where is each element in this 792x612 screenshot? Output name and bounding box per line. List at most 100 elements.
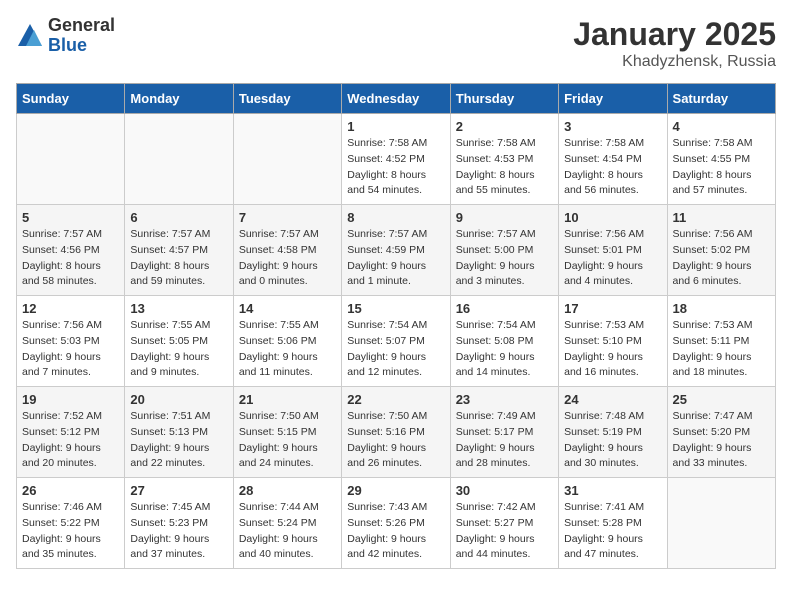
calendar-cell: 6 Sunrise: 7:57 AMSunset: 4:57 PMDaylight… xyxy=(125,205,233,296)
logo-general: General xyxy=(48,16,115,36)
day-number: 6 xyxy=(130,210,227,225)
day-info: Sunrise: 7:54 AMSunset: 5:08 PMDaylight:… xyxy=(456,318,553,381)
day-number: 13 xyxy=(130,301,227,316)
weekday-header-row: SundayMondayTuesdayWednesdayThursdayFrid… xyxy=(17,84,776,114)
calendar-cell: 16Sunrise: 7:54 AMSunset: 5:08 PMDayligh… xyxy=(450,296,558,387)
calendar-cell: 3Sunrise: 7:58 AMSunset: 4:54 PMDaylight… xyxy=(559,114,667,205)
day-number: 14 xyxy=(239,301,336,316)
day-info: Sunrise: 7:58 AMSunset: 4:53 PMDaylight:… xyxy=(456,136,553,199)
calendar-cell: 8Sunrise: 7:57 AMSunset: 4:59 PMDaylight… xyxy=(342,205,450,296)
calendar-cell xyxy=(17,114,125,205)
day-number: 18 xyxy=(673,301,770,316)
day-info: Sunrise: 7:50 AMSunset: 5:16 PMDaylight:… xyxy=(347,409,444,472)
day-number: 17 xyxy=(564,301,661,316)
day-number: 5 xyxy=(22,210,119,225)
day-info: Sunrise: 7:53 AMSunset: 5:11 PMDaylight:… xyxy=(673,318,770,381)
calendar-cell: 2 Sunrise: 7:58 AMSunset: 4:53 PMDaylight… xyxy=(450,114,558,205)
day-info: Sunrise: 7:57 AMSunset: 4:58 PMDaylight:… xyxy=(239,227,336,290)
day-number: 26 xyxy=(22,483,119,498)
calendar-cell: 20 Sunrise: 7:51 AMSunset: 5:13 PMDayligh… xyxy=(125,387,233,478)
weekday-header: Tuesday xyxy=(233,84,341,114)
month-title: January 2025 xyxy=(573,16,776,53)
day-number: 29 xyxy=(347,483,444,498)
day-number: 24 xyxy=(564,392,661,407)
calendar-cell: 22 Sunrise: 7:50 AMSunset: 5:16 PMDayligh… xyxy=(342,387,450,478)
day-number: 1 xyxy=(347,119,444,134)
calendar-cell: 23Sunrise: 7:49 AMSunset: 5:17 PMDayligh… xyxy=(450,387,558,478)
calendar-cell: 15 Sunrise: 7:54 AMSunset: 5:07 PMDayligh… xyxy=(342,296,450,387)
logo: General Blue xyxy=(16,16,115,56)
day-number: 22 xyxy=(347,392,444,407)
weekday-header: Friday xyxy=(559,84,667,114)
day-info: Sunrise: 7:45 AMSunset: 5:23 PMDaylight:… xyxy=(130,500,227,563)
day-number: 25 xyxy=(673,392,770,407)
day-number: 2 xyxy=(456,119,553,134)
logo-blue: Blue xyxy=(48,36,115,56)
day-info: Sunrise: 7:46 AMSunset: 5:22 PMDaylight:… xyxy=(22,500,119,563)
calendar-cell: 21 Sunrise: 7:50 AMSunset: 5:15 PMDayligh… xyxy=(233,387,341,478)
day-info: Sunrise: 7:57 AMSunset: 5:00 PMDaylight:… xyxy=(456,227,553,290)
calendar-week-row: 26 Sunrise: 7:46 AMSunset: 5:22 PMDayligh… xyxy=(17,478,776,569)
day-number: 15 xyxy=(347,301,444,316)
day-number: 21 xyxy=(239,392,336,407)
calendar-cell: 26 Sunrise: 7:46 AMSunset: 5:22 PMDayligh… xyxy=(17,478,125,569)
weekday-header: Sunday xyxy=(17,84,125,114)
day-number: 30 xyxy=(456,483,553,498)
day-info: Sunrise: 7:51 AMSunset: 5:13 PMDaylight:… xyxy=(130,409,227,472)
logo-text: General Blue xyxy=(48,16,115,56)
day-number: 27 xyxy=(130,483,227,498)
day-number: 7 xyxy=(239,210,336,225)
day-info: Sunrise: 7:57 AMSunset: 4:59 PMDaylight:… xyxy=(347,227,444,290)
day-info: Sunrise: 7:42 AMSunset: 5:27 PMDaylight:… xyxy=(456,500,553,563)
calendar-cell: 5 Sunrise: 7:57 AMSunset: 4:56 PMDaylight… xyxy=(17,205,125,296)
day-info: Sunrise: 7:58 AMSunset: 4:52 PMDaylight:… xyxy=(347,136,444,199)
page-header: General Blue January 2025 Khadyzhensk, R… xyxy=(16,16,776,71)
calendar-week-row: 5 Sunrise: 7:57 AMSunset: 4:56 PMDaylight… xyxy=(17,205,776,296)
day-number: 20 xyxy=(130,392,227,407)
day-number: 11 xyxy=(673,210,770,225)
weekday-header: Wednesday xyxy=(342,84,450,114)
calendar-cell: 25Sunrise: 7:47 AMSunset: 5:20 PMDayligh… xyxy=(667,387,775,478)
day-info: Sunrise: 7:58 AMSunset: 4:54 PMDaylight:… xyxy=(564,136,661,199)
day-number: 28 xyxy=(239,483,336,498)
day-info: Sunrise: 7:50 AMSunset: 5:15 PMDaylight:… xyxy=(239,409,336,472)
day-info: Sunrise: 7:56 AMSunset: 5:01 PMDaylight:… xyxy=(564,227,661,290)
calendar-cell: 27 Sunrise: 7:45 AMSunset: 5:23 PMDayligh… xyxy=(125,478,233,569)
calendar-table: SundayMondayTuesdayWednesdayThursdayFrid… xyxy=(16,83,776,569)
calendar-cell: 24 Sunrise: 7:48 AMSunset: 5:19 PMDayligh… xyxy=(559,387,667,478)
calendar-cell: 10 Sunrise: 7:56 AMSunset: 5:01 PMDayligh… xyxy=(559,205,667,296)
calendar-week-row: 19Sunrise: 7:52 AMSunset: 5:12 PMDayligh… xyxy=(17,387,776,478)
day-number: 31 xyxy=(564,483,661,498)
day-number: 4 xyxy=(673,119,770,134)
day-number: 10 xyxy=(564,210,661,225)
calendar-cell xyxy=(233,114,341,205)
calendar-cell xyxy=(125,114,233,205)
day-info: Sunrise: 7:57 AMSunset: 4:57 PMDaylight:… xyxy=(130,227,227,290)
weekday-header: Thursday xyxy=(450,84,558,114)
calendar-cell: 11 Sunrise: 7:56 AMSunset: 5:02 PMDayligh… xyxy=(667,205,775,296)
calendar-cell: 29 Sunrise: 7:43 AMSunset: 5:26 PMDayligh… xyxy=(342,478,450,569)
day-number: 23 xyxy=(456,392,553,407)
day-info: Sunrise: 7:55 AMSunset: 5:06 PMDaylight:… xyxy=(239,318,336,381)
day-info: Sunrise: 7:54 AMSunset: 5:07 PMDaylight:… xyxy=(347,318,444,381)
day-info: Sunrise: 7:43 AMSunset: 5:26 PMDaylight:… xyxy=(347,500,444,563)
weekday-header: Saturday xyxy=(667,84,775,114)
day-info: Sunrise: 7:52 AMSunset: 5:12 PMDaylight:… xyxy=(22,409,119,472)
calendar-cell: 19Sunrise: 7:52 AMSunset: 5:12 PMDayligh… xyxy=(17,387,125,478)
logo-icon xyxy=(16,22,44,50)
day-info: Sunrise: 7:57 AMSunset: 4:56 PMDaylight:… xyxy=(22,227,119,290)
location: Khadyzhensk, Russia xyxy=(573,53,776,71)
calendar-cell: 7 Sunrise: 7:57 AMSunset: 4:58 PMDaylight… xyxy=(233,205,341,296)
calendar-cell: 31Sunrise: 7:41 AMSunset: 5:28 PMDayligh… xyxy=(559,478,667,569)
calendar-cell: 1 Sunrise: 7:58 AMSunset: 4:52 PMDaylight… xyxy=(342,114,450,205)
calendar-cell: 17Sunrise: 7:53 AMSunset: 5:10 PMDayligh… xyxy=(559,296,667,387)
calendar-cell: 9Sunrise: 7:57 AMSunset: 5:00 PMDaylight… xyxy=(450,205,558,296)
calendar-cell: 13Sunrise: 7:55 AMSunset: 5:05 PMDayligh… xyxy=(125,296,233,387)
calendar-cell: 4 Sunrise: 7:58 AMSunset: 4:55 PMDaylight… xyxy=(667,114,775,205)
day-number: 12 xyxy=(22,301,119,316)
calendar-week-row: 12Sunrise: 7:56 AMSunset: 5:03 PMDayligh… xyxy=(17,296,776,387)
day-info: Sunrise: 7:48 AMSunset: 5:19 PMDaylight:… xyxy=(564,409,661,472)
day-info: Sunrise: 7:58 AMSunset: 4:55 PMDaylight:… xyxy=(673,136,770,199)
calendar-cell: 14 Sunrise: 7:55 AMSunset: 5:06 PMDayligh… xyxy=(233,296,341,387)
day-info: Sunrise: 7:56 AMSunset: 5:02 PMDaylight:… xyxy=(673,227,770,290)
